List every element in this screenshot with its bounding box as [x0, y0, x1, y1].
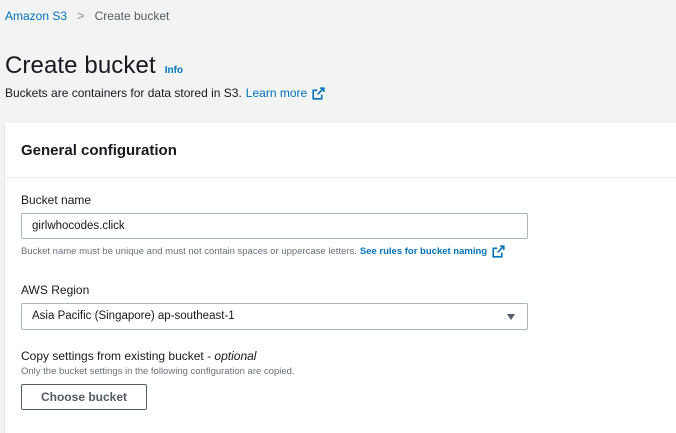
description-text: Buckets are containers for data stored i… — [5, 86, 242, 100]
external-link-icon — [312, 86, 325, 100]
learn-more-label: Learn more — [245, 86, 308, 100]
copy-settings-hint: Only the bucket settings in the followin… — [21, 366, 295, 377]
page-description: Buckets are containers for data stored i… — [5, 86, 325, 100]
general-configuration-panel: General configuration Bucket name Bucket… — [5, 123, 676, 433]
bucket-name-input[interactable] — [21, 213, 528, 239]
bucket-naming-rules-link[interactable]: See rules for bucket naming — [360, 245, 505, 258]
breadcrumb-amazon-s3[interactable]: Amazon S3 — [5, 9, 67, 23]
page-header: Create bucket Info Buckets are container… — [5, 52, 325, 100]
bucket-name-hint-text: Bucket name must be unique and must not … — [21, 246, 357, 257]
chevron-right-icon: > — [77, 8, 85, 23]
info-link[interactable]: Info — [165, 65, 183, 76]
breadcrumb-current: Create bucket — [94, 8, 170, 23]
aws-region-selected: Asia Pacific (Singapore) ap-southeast-1 — [32, 310, 235, 322]
page-title: Create bucket — [5, 52, 156, 79]
panel-title: General configuration — [21, 142, 177, 159]
copy-settings-label-text: Copy settings from existing bucket - — [21, 349, 215, 363]
breadcrumb: Amazon S3 > Create bucket — [5, 8, 169, 23]
bucket-name-hint: Bucket name must be unique and must not … — [21, 245, 505, 258]
aws-region-select[interactable]: Asia Pacific (Singapore) ap-southeast-1 — [21, 303, 528, 330]
caret-down-icon — [507, 314, 515, 320]
aws-region-label: AWS Region — [21, 283, 90, 297]
choose-bucket-button[interactable]: Choose bucket — [21, 384, 147, 410]
copy-settings-label: Copy settings from existing bucket - opt… — [21, 349, 256, 363]
bucket-name-label: Bucket name — [21, 193, 92, 207]
learn-more-link[interactable]: Learn more — [246, 86, 325, 100]
panel-header: General configuration — [5, 123, 676, 178]
optional-tag: optional — [214, 349, 257, 363]
external-link-icon — [492, 245, 505, 258]
rules-link-label: See rules for bucket naming — [359, 246, 488, 257]
